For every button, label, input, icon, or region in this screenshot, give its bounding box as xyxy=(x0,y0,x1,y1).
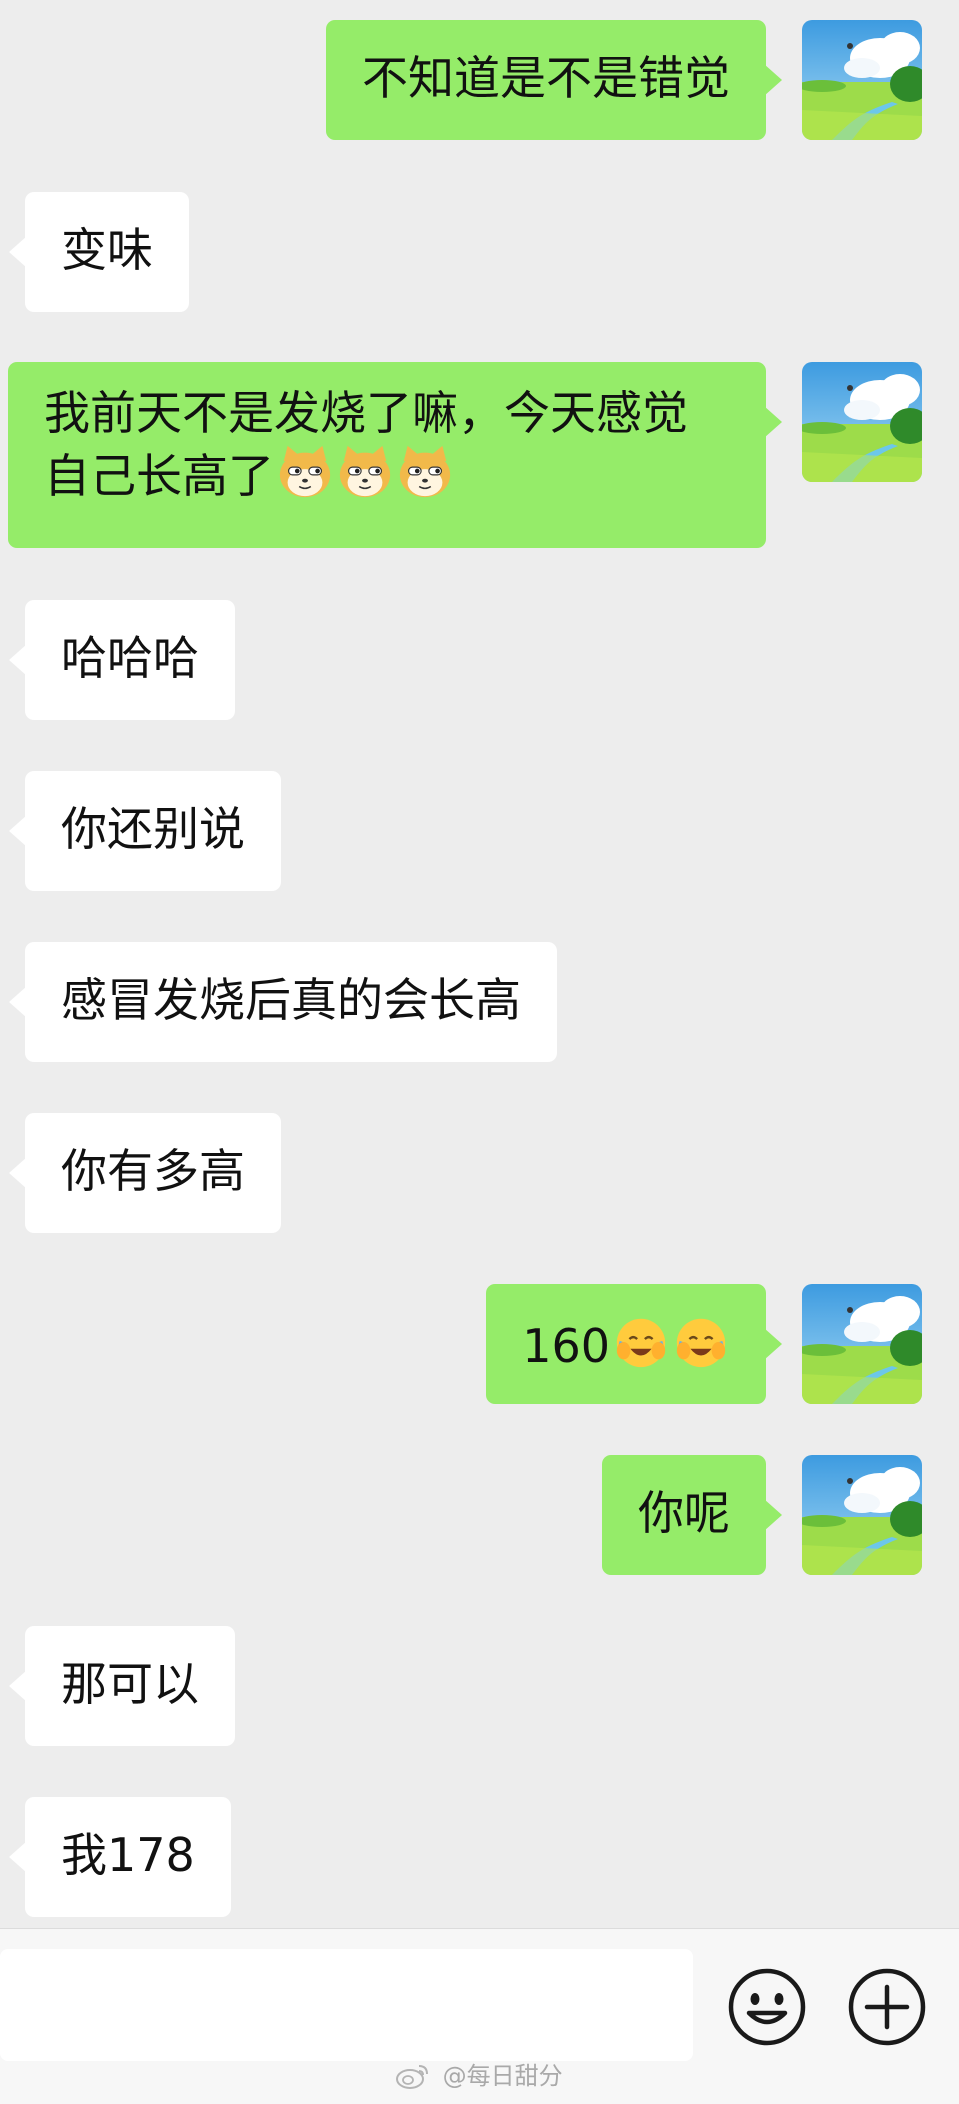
their-message-bubble[interactable]: 感冒发烧后真的会长高 xyxy=(9,942,557,1062)
message-text: 那可以 xyxy=(61,1657,199,1711)
message-input[interactable] xyxy=(0,1949,693,2061)
watermark-text: @每日甜分 xyxy=(442,2062,563,2090)
smiley-face-icon xyxy=(728,1968,806,2046)
message-text-line: 自己长高了 xyxy=(44,442,730,505)
their-message-bubble[interactable]: 你还别说 xyxy=(9,771,281,891)
plus-circle-icon xyxy=(848,1968,926,2046)
shiba-dog-emoji xyxy=(336,442,394,500)
their-message-bubble[interactable]: 变味 xyxy=(9,192,189,312)
my-message-bubble[interactable]: 不知道是不是错觉 xyxy=(326,20,782,140)
my-message-bubble[interactable]: 我前天不是发烧了嘛，今天感觉 自己长高了 xyxy=(8,362,782,548)
crying-laughing-emoji xyxy=(612,1312,670,1370)
their-message-bubble[interactable]: 你有多高 xyxy=(9,1113,281,1233)
message-text: 感冒发烧后真的会长高 xyxy=(61,973,521,1027)
crying-laughing-emoji xyxy=(672,1312,730,1370)
chat-message-list[interactable]: 不知道是不是错觉 变味 我前天不是发烧了嘛，今天感觉 自己长高了 哈哈哈 你还别… xyxy=(0,0,959,1928)
message-text: 不知道是不是错觉 xyxy=(362,51,730,105)
their-message-bubble[interactable]: 我178 xyxy=(9,1797,231,1917)
their-message-bubble[interactable]: 哈哈哈 xyxy=(9,600,235,720)
my-avatar[interactable] xyxy=(802,1455,922,1575)
their-message-bubble[interactable]: 那可以 xyxy=(9,1626,235,1746)
my-avatar[interactable] xyxy=(802,1284,922,1404)
watermark: @每日甜分 xyxy=(395,2060,563,2092)
message-text: 160 xyxy=(522,1319,610,1373)
message-text: 哈哈哈 xyxy=(61,631,199,685)
message-text: 你有多高 xyxy=(61,1144,245,1198)
message-text-line: 我前天不是发烧了嘛，今天感觉 xyxy=(44,386,688,440)
my-avatar[interactable] xyxy=(802,362,922,482)
weibo-logo-icon xyxy=(396,2065,428,2089)
my-message-bubble[interactable]: 160 xyxy=(486,1284,782,1404)
message-text: 我178 xyxy=(61,1828,195,1882)
my-avatar[interactable] xyxy=(802,20,922,140)
message-text: 你呢 xyxy=(638,1486,730,1540)
more-button[interactable] xyxy=(847,1967,927,2047)
emoji-button[interactable] xyxy=(727,1967,807,2047)
message-text: 自己长高了 xyxy=(44,449,274,503)
message-text: 变味 xyxy=(61,223,153,277)
message-text: 你还别说 xyxy=(61,802,245,856)
shiba-dog-emoji xyxy=(276,442,334,500)
shiba-dog-emoji xyxy=(396,442,454,500)
my-message-bubble[interactable]: 你呢 xyxy=(602,1455,782,1575)
